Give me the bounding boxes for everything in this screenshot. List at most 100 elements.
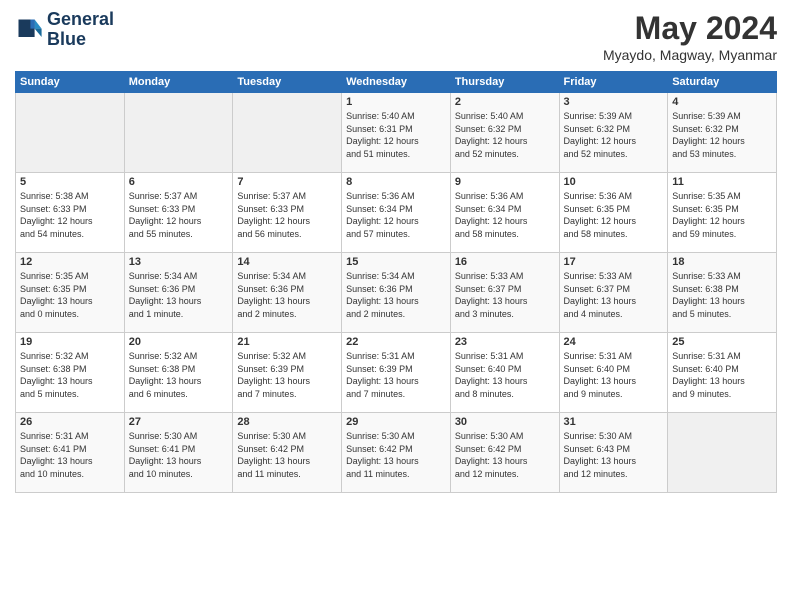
calendar-header-row: Sunday Monday Tuesday Wednesday Thursday… [16,72,777,93]
day-info: Sunrise: 5:34 AM Sunset: 6:36 PM Dayligh… [129,270,229,320]
day-info: Sunrise: 5:32 AM Sunset: 6:38 PM Dayligh… [129,350,229,400]
month-year: May 2024 [603,10,777,47]
table-row: 9Sunrise: 5:36 AM Sunset: 6:34 PM Daylig… [450,173,559,253]
calendar-table: Sunday Monday Tuesday Wednesday Thursday… [15,71,777,493]
table-row: 23 Sunrise: 5:31 AM Sunset: 6:40 PM Dayli… [450,333,559,413]
day-number: 14 [237,256,337,268]
table-row [233,93,342,173]
table-row: 27 Sunrise: 5:30 AM Sunset: 6:41 PM Dayli… [124,413,233,493]
table-row: 24Sunrise: 5:31 AM Sunset: 6:40 PM Dayli… [559,333,668,413]
header-monday: Monday [124,72,233,93]
day-info: Sunrise: 5:31 AM Sunset: 6:40 PM Dayligh… [672,350,772,400]
table-row: 20 Sunrise: 5:32 AM Sunset: 6:38 PM Dayli… [124,333,233,413]
table-row: 14 Sunrise: 5:34 AM Sunset: 6:36 PM Dayli… [233,253,342,333]
day-number: 5 [20,176,120,188]
day-number: 7 [237,176,337,188]
day-number: 31 [564,416,664,428]
day-number: 24 [564,336,664,348]
table-row [668,413,777,493]
table-row: 4 Sunrise: 5:39 AM Sunset: 6:32 PM Daylig… [668,93,777,173]
table-row [16,93,125,173]
header-tuesday: Tuesday [233,72,342,93]
table-row: 26 Sunrise: 5:31 AM Sunset: 6:41 PM Dayli… [16,413,125,493]
table-row: 31 Sunrise: 5:30 AM Sunset: 6:43 PM Dayli… [559,413,668,493]
day-number: 30 [455,416,555,428]
day-info: Sunrise: 5:31 AM Sunset: 6:40 PM Dayligh… [455,350,555,400]
table-row: 12 Sunrise: 5:35 AM Sunset: 6:35 PM Dayli… [16,253,125,333]
table-row: 15Sunrise: 5:34 AM Sunset: 6:36 PM Dayli… [342,253,451,333]
calendar-week-row: 1Sunrise: 5:40 AM Sunset: 6:31 PM Daylig… [16,93,777,173]
day-info: Sunrise: 5:36 AM Sunset: 6:34 PM Dayligh… [455,190,555,240]
day-info: Sunrise: 5:32 AM Sunset: 6:38 PM Dayligh… [20,350,120,400]
day-number: 21 [237,336,337,348]
table-row: 18 Sunrise: 5:33 AM Sunset: 6:38 PM Dayli… [668,253,777,333]
day-info: Sunrise: 5:30 AM Sunset: 6:41 PM Dayligh… [129,430,229,480]
day-info: Sunrise: 5:30 AM Sunset: 6:42 PM Dayligh… [455,430,555,480]
logo-line2: Blue [47,30,114,50]
day-number: 28 [237,416,337,428]
day-number: 12 [20,256,120,268]
day-info: Sunrise: 5:31 AM Sunset: 6:41 PM Dayligh… [20,430,120,480]
logo-icon [15,16,43,44]
table-row: 1Sunrise: 5:40 AM Sunset: 6:31 PM Daylig… [342,93,451,173]
day-info: Sunrise: 5:30 AM Sunset: 6:42 PM Dayligh… [237,430,337,480]
table-row: 10Sunrise: 5:36 AM Sunset: 6:35 PM Dayli… [559,173,668,253]
day-info: Sunrise: 5:39 AM Sunset: 6:32 PM Dayligh… [564,110,664,160]
table-row: 16Sunrise: 5:33 AM Sunset: 6:37 PM Dayli… [450,253,559,333]
table-row: 22 Sunrise: 5:31 AM Sunset: 6:39 PM Dayli… [342,333,451,413]
day-number: 26 [20,416,120,428]
day-number: 29 [346,416,446,428]
day-number: 4 [672,96,772,108]
table-row [124,93,233,173]
day-number: 13 [129,256,229,268]
day-number: 6 [129,176,229,188]
table-row: 2Sunrise: 5:40 AM Sunset: 6:32 PM Daylig… [450,93,559,173]
day-info: Sunrise: 5:40 AM Sunset: 6:31 PM Dayligh… [346,110,446,160]
day-info: Sunrise: 5:37 AM Sunset: 6:33 PM Dayligh… [129,190,229,240]
location: Myaydo, Magway, Myanmar [603,47,777,63]
calendar-week-row: 26 Sunrise: 5:31 AM Sunset: 6:41 PM Dayli… [16,413,777,493]
table-row: 25 Sunrise: 5:31 AM Sunset: 6:40 PM Dayli… [668,333,777,413]
table-row: 7 Sunrise: 5:37 AM Sunset: 6:33 PM Daylig… [233,173,342,253]
day-info: Sunrise: 5:30 AM Sunset: 6:43 PM Dayligh… [564,430,664,480]
table-row: 6 Sunrise: 5:37 AM Sunset: 6:33 PM Daylig… [124,173,233,253]
day-number: 19 [20,336,120,348]
day-number: 22 [346,336,446,348]
day-info: Sunrise: 5:33 AM Sunset: 6:38 PM Dayligh… [672,270,772,320]
day-info: Sunrise: 5:35 AM Sunset: 6:35 PM Dayligh… [20,270,120,320]
calendar-week-row: 12 Sunrise: 5:35 AM Sunset: 6:35 PM Dayli… [16,253,777,333]
logo-text: General Blue [47,10,114,50]
day-info: Sunrise: 5:31 AM Sunset: 6:39 PM Dayligh… [346,350,446,400]
table-row: 8 Sunrise: 5:36 AM Sunset: 6:34 PM Daylig… [342,173,451,253]
table-row: 5Sunrise: 5:38 AM Sunset: 6:33 PM Daylig… [16,173,125,253]
day-info: Sunrise: 5:37 AM Sunset: 6:33 PM Dayligh… [237,190,337,240]
table-row: 28 Sunrise: 5:30 AM Sunset: 6:42 PM Dayli… [233,413,342,493]
table-row: 19 Sunrise: 5:32 AM Sunset: 6:38 PM Dayli… [16,333,125,413]
header-thursday: Thursday [450,72,559,93]
header-sunday: Sunday [16,72,125,93]
header: General Blue May 2024 Myaydo, Magway, My… [15,10,777,63]
day-number: 15 [346,256,446,268]
day-number: 18 [672,256,772,268]
day-number: 23 [455,336,555,348]
day-number: 8 [346,176,446,188]
day-number: 11 [672,176,772,188]
table-row: 11 Sunrise: 5:35 AM Sunset: 6:35 PM Dayli… [668,173,777,253]
table-row: 21Sunrise: 5:32 AM Sunset: 6:39 PM Dayli… [233,333,342,413]
day-number: 3 [564,96,664,108]
day-info: Sunrise: 5:39 AM Sunset: 6:32 PM Dayligh… [672,110,772,160]
day-number: 16 [455,256,555,268]
day-number: 20 [129,336,229,348]
table-row: 29Sunrise: 5:30 AM Sunset: 6:42 PM Dayli… [342,413,451,493]
table-row: 13 Sunrise: 5:34 AM Sunset: 6:36 PM Dayli… [124,253,233,333]
day-number: 27 [129,416,229,428]
calendar-week-row: 19 Sunrise: 5:32 AM Sunset: 6:38 PM Dayli… [16,333,777,413]
day-number: 17 [564,256,664,268]
title-block: May 2024 Myaydo, Magway, Myanmar [603,10,777,63]
day-number: 10 [564,176,664,188]
day-info: Sunrise: 5:34 AM Sunset: 6:36 PM Dayligh… [237,270,337,320]
day-info: Sunrise: 5:35 AM Sunset: 6:35 PM Dayligh… [672,190,772,240]
day-number: 25 [672,336,772,348]
page: General Blue May 2024 Myaydo, Magway, My… [0,0,792,612]
day-info: Sunrise: 5:36 AM Sunset: 6:34 PM Dayligh… [346,190,446,240]
